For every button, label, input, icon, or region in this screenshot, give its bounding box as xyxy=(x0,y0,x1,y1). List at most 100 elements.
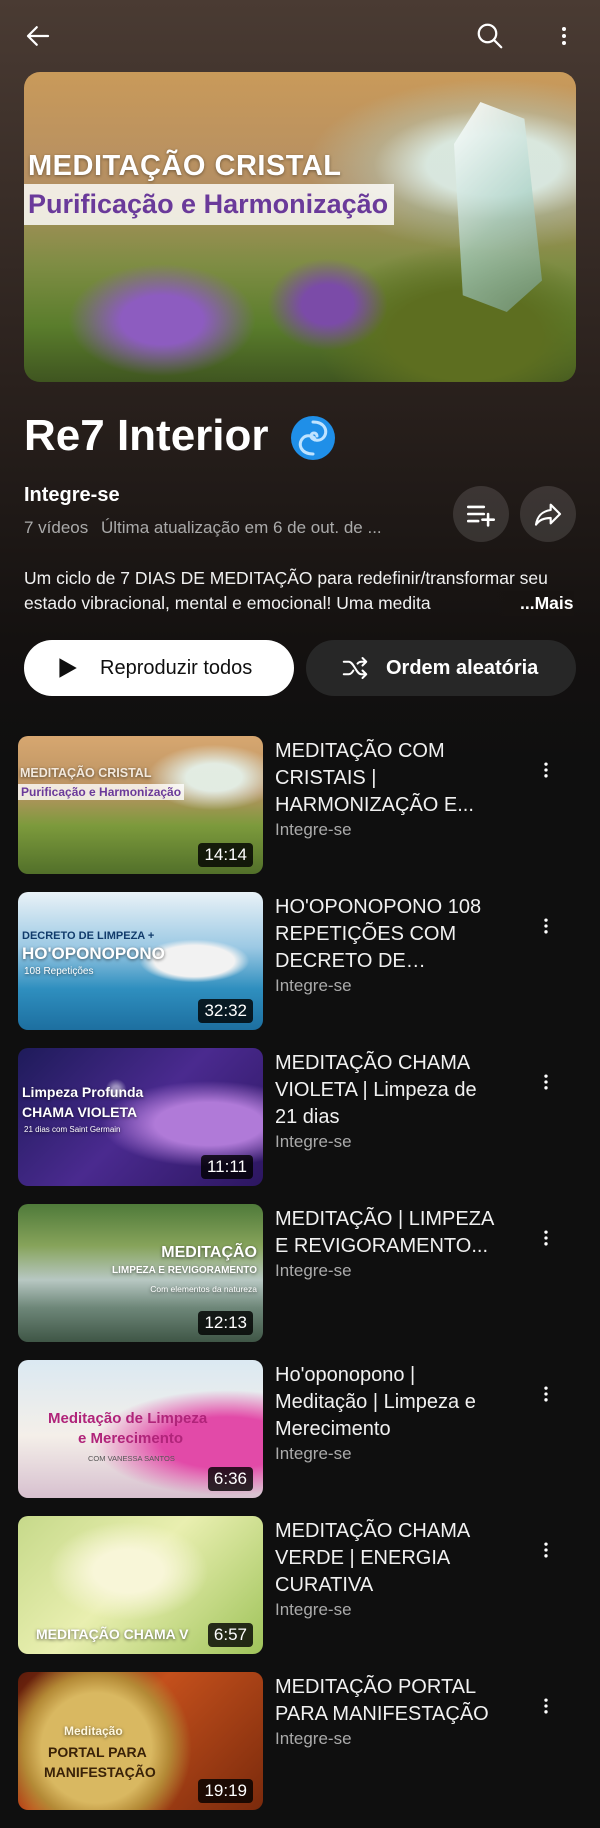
top-app-bar xyxy=(0,0,600,72)
thumb-text: PORTAL PARA xyxy=(48,1744,147,1760)
share-icon xyxy=(534,503,562,526)
video-count: 7 vídeos xyxy=(24,518,89,537)
search-button[interactable] xyxy=(466,12,514,60)
video-row[interactable]: Limpeza Profunda CHAMA VIOLETA 21 dias c… xyxy=(0,1048,600,1204)
channel-name[interactable]: Integre-se xyxy=(24,484,120,507)
video-title[interactable]: MEDITAÇÃO CHAMA VIOLETA | Limpeza de 21 … xyxy=(275,1050,497,1131)
duration-badge: 14:14 xyxy=(198,843,253,867)
thumb-text: DECRETO DE LIMPEZA + xyxy=(22,930,155,942)
video-row[interactable]: Meditação PORTAL PARA MANIFESTAÇÃO 19:19… xyxy=(0,1672,600,1828)
thumb-text: HO'OPONOPONO xyxy=(22,944,165,963)
video-title[interactable]: Ho'oponopono | Meditação | Limpeza e Mer… xyxy=(275,1362,497,1443)
playlist-add-icon xyxy=(466,505,496,527)
video-thumbnail[interactable]: Meditação de Limpeza e Merecimento COM V… xyxy=(18,1360,263,1498)
shuffle-button[interactable]: Ordem aleatória xyxy=(306,640,576,696)
video-channel: Integre-se xyxy=(275,1132,352,1151)
more-vertical-icon xyxy=(544,1542,548,1558)
video-channel: Integre-se xyxy=(275,1444,352,1463)
video-channel: Integre-se xyxy=(275,976,352,995)
video-info[interactable]: MEDITAÇÃO PORTAL PARA MANIFESTAÇÃO Integ… xyxy=(275,1674,497,1749)
video-more-button[interactable] xyxy=(528,1684,564,1728)
duration-badge: 32:32 xyxy=(198,999,253,1023)
cyclone-icon xyxy=(290,416,335,461)
duration-badge: 12:13 xyxy=(198,1311,253,1335)
video-row[interactable]: DECRETO DE LIMPEZA + HO'OPONOPONO 108 Re… xyxy=(0,892,600,1048)
video-title[interactable]: MEDITAÇÃO COM CRISTAIS | HARMONIZAÇÃO E.… xyxy=(275,738,497,819)
video-channel: Integre-se xyxy=(275,820,352,839)
video-channel: Integre-se xyxy=(275,1261,352,1280)
play-all-button[interactable]: Reproduzir todos xyxy=(24,640,294,696)
thumb-text: CHAMA VIOLETA xyxy=(22,1104,138,1120)
video-row[interactable]: Meditação de Limpeza e Merecimento COM V… xyxy=(0,1360,600,1516)
back-button[interactable] xyxy=(14,12,62,60)
arrow-left-icon xyxy=(26,26,50,46)
thumb-text: Meditação de Limpeza xyxy=(48,1410,208,1427)
more-vertical-icon xyxy=(544,1230,548,1246)
video-info[interactable]: MEDITAÇÃO COM CRISTAIS | HARMONIZAÇÃO E.… xyxy=(275,738,497,840)
thumb-text: Com elementos da natureza xyxy=(150,1284,257,1294)
shuffle-label: Ordem aleatória xyxy=(386,656,539,679)
video-info[interactable]: MEDITAÇÃO CHAMA VIOLETA | Limpeza de 21 … xyxy=(275,1050,497,1152)
play-all-label: Reproduzir todos xyxy=(100,656,253,679)
video-title[interactable]: MEDITAÇÃO CHAMA VERDE | ENERGIA CURATIVA xyxy=(275,1518,497,1599)
video-more-button[interactable] xyxy=(528,904,564,948)
duration-badge: 19:19 xyxy=(198,1779,253,1803)
video-thumbnail[interactable]: DECRETO DE LIMPEZA + HO'OPONOPONO 108 Re… xyxy=(18,892,263,1030)
video-channel: Integre-se xyxy=(275,1600,352,1619)
more-vertical-icon xyxy=(544,918,548,934)
video-thumbnail[interactable]: Limpeza Profunda CHAMA VIOLETA 21 dias c… xyxy=(18,1048,263,1186)
video-title[interactable]: HO'OPONOPONO 108 REPETIÇÕES COM DECRETO … xyxy=(275,894,497,975)
duration-badge: 11:11 xyxy=(200,1155,253,1179)
thumb-text: COM VANESSA SANTOS xyxy=(88,1454,175,1463)
playlist-title-text: Re7 Interior xyxy=(24,411,269,460)
thumb-text: MANIFESTAÇÃO xyxy=(44,1764,156,1780)
video-row[interactable]: MEDITAÇÃO CRISTAL Purificação e Harmoniz… xyxy=(0,736,600,892)
more-vertical-icon xyxy=(544,762,548,778)
more-options-button[interactable] xyxy=(540,12,588,60)
thumb-text: 21 dias com Saint Germain xyxy=(24,1125,121,1134)
video-row[interactable]: MEDITAÇÃO CHAMA V 6:57 MEDITAÇÃO CHAMA V… xyxy=(0,1516,600,1672)
crystal-graphic xyxy=(454,102,542,312)
video-info[interactable]: MEDITAÇÃO | LIMPEZA E REVIGORAMENTO... I… xyxy=(275,1206,497,1281)
video-more-button[interactable] xyxy=(528,1528,564,1572)
video-more-button[interactable] xyxy=(528,1372,564,1416)
play-icon xyxy=(59,658,77,678)
video-row[interactable]: MEDITAÇÃO LIMPEZA E REVIGORAMENTO Com el… xyxy=(0,1204,600,1360)
video-title[interactable]: MEDITAÇÃO | LIMPEZA E REVIGORAMENTO... xyxy=(275,1206,497,1260)
share-button[interactable] xyxy=(520,486,576,542)
video-thumbnail[interactable]: MEDITAÇÃO CRISTAL Purificação e Harmoniz… xyxy=(18,736,263,874)
video-more-button[interactable] xyxy=(528,1060,564,1104)
video-more-button[interactable] xyxy=(528,1216,564,1260)
video-title[interactable]: MEDITAÇÃO PORTAL PARA MANIFESTAÇÃO xyxy=(275,1674,497,1728)
video-thumbnail[interactable]: Meditação PORTAL PARA MANIFESTAÇÃO 19:19 xyxy=(18,1672,263,1810)
more-vertical-icon xyxy=(544,1698,548,1714)
video-info[interactable]: Ho'oponopono | Meditação | Limpeza e Mer… xyxy=(275,1362,497,1464)
thumb-text: Purificação e Harmonização xyxy=(18,784,185,800)
more-vertical-icon xyxy=(562,27,566,45)
video-info[interactable]: MEDITAÇÃO CHAMA VERDE | ENERGIA CURATIVA… xyxy=(275,1518,497,1620)
video-list: MEDITAÇÃO CRISTAL Purificação e Harmoniz… xyxy=(0,736,600,1828)
video-info[interactable]: HO'OPONOPONO 108 REPETIÇÕES COM DECRETO … xyxy=(275,894,497,996)
add-to-queue-button[interactable] xyxy=(453,486,509,542)
more-vertical-icon xyxy=(544,1386,548,1402)
video-thumbnail[interactable]: MEDITAÇÃO CHAMA V 6:57 xyxy=(18,1516,263,1654)
playlist-meta: 7 vídeos Última atualização em 6 de out.… xyxy=(24,518,424,538)
video-more-button[interactable] xyxy=(528,748,564,792)
duration-badge: 6:57 xyxy=(207,1623,253,1647)
cover-title: MEDITAÇÃO CRISTAL xyxy=(28,150,342,182)
video-channel: Integre-se xyxy=(275,1729,352,1748)
shuffle-icon xyxy=(342,657,368,679)
more-vertical-icon xyxy=(544,1074,548,1090)
duration-badge: 6:36 xyxy=(207,1467,253,1491)
playlist-cover[interactable]: MEDITAÇÃO CRISTAL Purificação e Harmoniz… xyxy=(24,72,576,382)
playlist-title: Re7 Interior xyxy=(24,408,337,464)
search-icon xyxy=(477,23,503,49)
video-thumbnail[interactable]: MEDITAÇÃO LIMPEZA E REVIGORAMENTO Com el… xyxy=(18,1204,263,1342)
thumb-text: LIMPEZA E REVIGORAMENTO xyxy=(111,1265,257,1276)
thumb-text: Limpeza Profunda xyxy=(22,1084,144,1100)
thumb-text: MEDITAÇÃO xyxy=(161,1244,257,1261)
thumb-text: Meditação xyxy=(64,1724,123,1738)
cover-subtitle: Purificação e Harmonização xyxy=(24,184,395,225)
thumb-text: MEDITAÇÃO CHAMA V xyxy=(36,1626,189,1642)
description-more-link[interactable]: ...Mais xyxy=(480,591,574,616)
